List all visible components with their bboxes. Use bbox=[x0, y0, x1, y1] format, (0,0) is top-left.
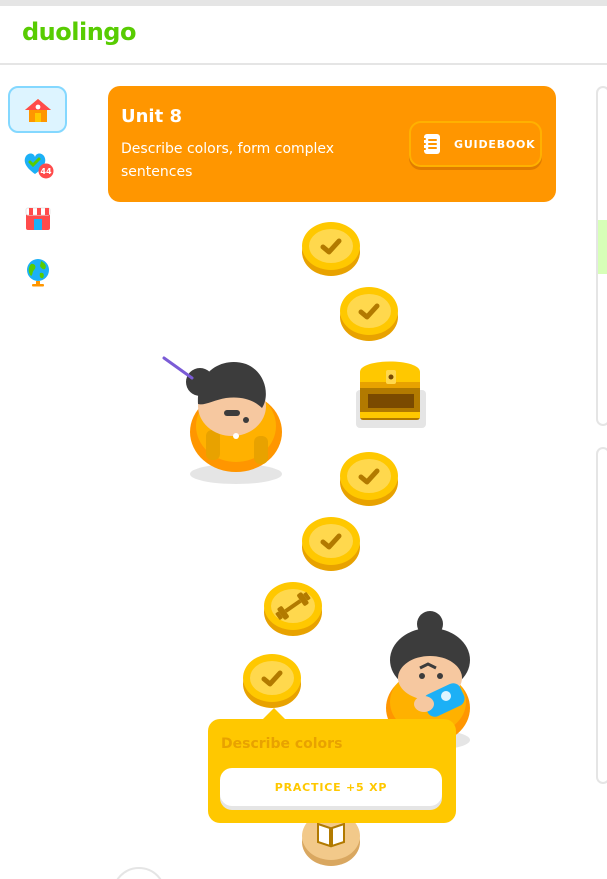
right-panel-progress-fill bbox=[598, 220, 607, 274]
treasure-chest-node[interactable] bbox=[354, 352, 428, 430]
practice-button[interactable]: PRACTICE +5 XP bbox=[220, 768, 442, 806]
sidebar-item-learn[interactable] bbox=[8, 86, 67, 133]
globe-icon bbox=[26, 258, 49, 286]
guidebook-label: GUIDEBOOK bbox=[454, 137, 536, 151]
tooltip-title: Describe colors bbox=[221, 736, 343, 752]
practice-badge: 44 bbox=[40, 167, 52, 176]
sidebar-item-practice[interactable]: 44 bbox=[8, 140, 67, 187]
lesson-node-2[interactable] bbox=[338, 285, 400, 343]
notebook-icon bbox=[422, 134, 440, 154]
unit-title: Unit 8 bbox=[121, 106, 182, 127]
practice-hub-icon: 44 bbox=[24, 152, 53, 178]
chest-icon bbox=[388, 374, 394, 380]
duolingo-logo[interactable]: duolingo bbox=[22, 18, 136, 46]
lesson-node-3[interactable] bbox=[338, 450, 400, 508]
lesson-node-1[interactable] bbox=[300, 220, 362, 278]
lesson-node-4[interactable] bbox=[300, 515, 362, 573]
guidebook-button[interactable]: GUIDEBOOK bbox=[409, 121, 542, 167]
practice-button-label: PRACTICE +5 XP bbox=[274, 780, 388, 794]
lesson-node-current[interactable] bbox=[241, 652, 303, 710]
sidebar-item-globe[interactable] bbox=[8, 248, 67, 295]
practice-node[interactable] bbox=[262, 580, 324, 638]
home-icon bbox=[24, 98, 51, 122]
character-with-wand bbox=[162, 356, 282, 484]
unit-header: Unit 8 Describe colors, form complex sen… bbox=[108, 86, 556, 202]
lesson-tooltip: Describe colors PRACTICE +5 XP bbox=[208, 719, 456, 823]
right-panel-card-2 bbox=[596, 447, 607, 784]
unit-description: Describe colors, form complex sentences bbox=[121, 141, 335, 180]
top-bar: duolingo bbox=[0, 6, 607, 65]
sidebar-item-shop[interactable] bbox=[8, 194, 67, 241]
shop-icon bbox=[25, 207, 50, 230]
book-icon bbox=[317, 822, 345, 848]
scroll-up-button[interactable] bbox=[112, 867, 166, 879]
